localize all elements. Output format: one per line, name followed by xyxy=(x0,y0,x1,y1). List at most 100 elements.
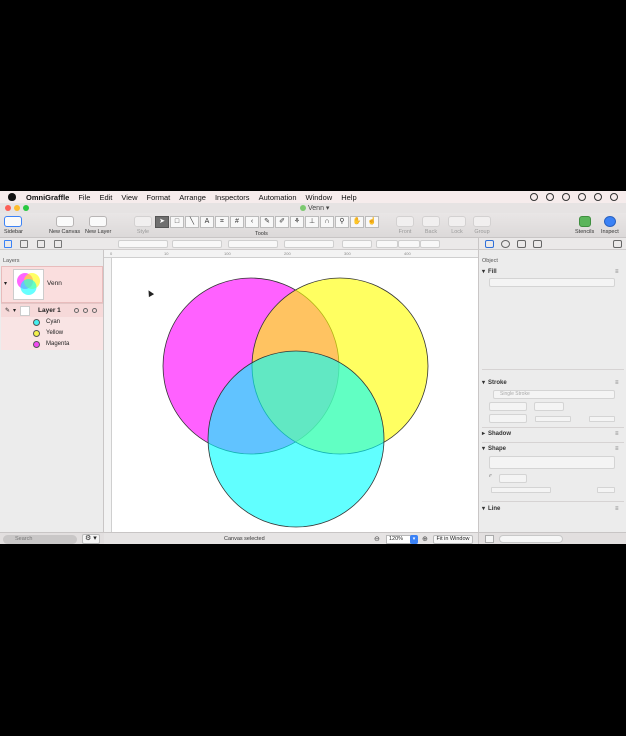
line-section-header[interactable]: Line xyxy=(482,505,501,512)
siri-icon[interactable] xyxy=(594,193,602,201)
stroke-section-header[interactable]: Stroke xyxy=(482,379,507,386)
layer-disclosure-icon[interactable]: ▾ xyxy=(13,307,16,314)
selection-tool-icon[interactable]: ➤ xyxy=(155,216,169,228)
diagram-tool-icon[interactable]: ⌗ xyxy=(215,216,229,228)
canvas-inspector-tab-icon[interactable] xyxy=(517,240,526,248)
line-tool-icon[interactable]: ╲ xyxy=(185,216,199,228)
inspector-layout-icon[interactable] xyxy=(613,240,622,248)
gear-menu-button[interactable]: ⚙ ▾ xyxy=(82,534,100,544)
close-window-button[interactable] xyxy=(5,205,11,211)
fill-section-header[interactable]: Fill xyxy=(482,268,496,275)
menu-window[interactable]: Window xyxy=(306,193,333,202)
group-button[interactable]: Group xyxy=(473,216,491,235)
back-button[interactable]: Back xyxy=(422,216,440,235)
layers-tab-icon[interactable] xyxy=(4,240,12,248)
edit-layer-icon[interactable]: ✎ xyxy=(5,307,10,314)
notification-center-icon[interactable] xyxy=(610,193,618,201)
visibility-icon[interactable] xyxy=(74,308,79,313)
shadow-section-header[interactable]: Shadow xyxy=(482,430,511,437)
sidebar-button[interactable]: Sidebar xyxy=(4,216,23,235)
list-tab-icon[interactable] xyxy=(37,240,45,248)
line-section-menu-icon[interactable]: ≡ xyxy=(615,506,619,512)
y-position-field[interactable] xyxy=(172,240,222,248)
front-button[interactable]: Front xyxy=(396,216,414,235)
inspector-search-input[interactable] xyxy=(499,535,563,543)
table-tool-icon[interactable]: # xyxy=(230,216,244,228)
shape-flip-buttons[interactable] xyxy=(491,487,551,493)
shape-tool-icon[interactable]: □ xyxy=(170,216,184,228)
menu-file[interactable]: File xyxy=(78,193,90,202)
new-canvas-button[interactable]: New Canvas xyxy=(49,216,80,235)
disclosure-icon[interactable]: ▾ xyxy=(4,280,7,287)
pen-tool-icon[interactable]: ✎ xyxy=(260,216,274,228)
zoom-dropdown-icon[interactable]: ▾ xyxy=(410,535,418,544)
zoom-in-icon[interactable]: ⊕ xyxy=(422,535,428,543)
object-row-cyan[interactable]: Cyan xyxy=(1,317,103,328)
menu-app-name[interactable]: OmniGraffle xyxy=(26,193,69,202)
shape-section-header[interactable]: Shape xyxy=(482,445,506,452)
apple-icon[interactable] xyxy=(8,193,16,201)
magnet-tool-icon[interactable]: ∩ xyxy=(320,216,334,228)
corner-radius-field[interactable] xyxy=(499,474,527,483)
text-tool-icon[interactable]: A xyxy=(200,216,214,228)
menu-arrange[interactable]: Arrange xyxy=(179,193,206,202)
spotlight-icon[interactable] xyxy=(578,193,586,201)
fill-section-menu-icon[interactable]: ≡ xyxy=(615,269,619,275)
zoom-out-icon[interactable]: ⊖ xyxy=(374,535,380,543)
stroke-section-menu-icon[interactable]: ≡ xyxy=(615,380,619,386)
menu-inspectors[interactable]: Inspectors xyxy=(215,193,250,202)
menu-edit[interactable]: Edit xyxy=(99,193,112,202)
lock-layer-icon[interactable] xyxy=(92,308,97,313)
stroke-pattern-select[interactable] xyxy=(534,402,564,411)
layer-row[interactable]: ✎ ▾ Layer 1 xyxy=(1,303,103,317)
point-editor-icon[interactable]: ‹ xyxy=(245,216,259,228)
browse-tool-icon[interactable]: ☝ xyxy=(365,216,379,228)
inspector-action-button[interactable] xyxy=(485,535,494,543)
style-brush-icon[interactable]: ⚘ xyxy=(290,216,304,228)
outline-tab-icon[interactable] xyxy=(20,240,28,248)
menu-view[interactable]: View xyxy=(121,193,137,202)
rotation-field[interactable] xyxy=(342,240,372,248)
document-inspector-tab-icon[interactable] xyxy=(533,240,542,248)
zoom-tool-icon[interactable]: ⚲ xyxy=(335,216,349,228)
lock-button[interactable]: Lock xyxy=(448,216,466,235)
canvas-row[interactable]: ▾ Venn xyxy=(1,266,103,303)
flip-vertical-button[interactable] xyxy=(398,240,420,248)
document-title[interactable]: Venn ▾ xyxy=(300,204,329,212)
align-menu[interactable] xyxy=(420,240,440,248)
shape-convert-button[interactable] xyxy=(597,487,615,493)
fit-in-window-button[interactable]: Fit in Window xyxy=(433,535,473,544)
print-icon[interactable] xyxy=(83,308,88,313)
stroke-cap-buttons[interactable] xyxy=(589,416,615,422)
x-position-field[interactable] xyxy=(118,240,168,248)
canvas-tab-icon[interactable] xyxy=(54,240,62,248)
menu-automation[interactable]: Automation xyxy=(259,193,297,202)
stroke-color-well[interactable] xyxy=(489,414,527,423)
drawing-canvas[interactable] xyxy=(112,258,478,532)
object-row-yellow[interactable]: Yellow xyxy=(1,328,103,339)
stroke-corner-buttons[interactable] xyxy=(535,416,571,422)
search-input[interactable]: Search xyxy=(3,535,77,544)
user-icon[interactable] xyxy=(562,193,570,201)
menu-format[interactable]: Format xyxy=(147,193,171,202)
object-row-magenta[interactable]: Magenta xyxy=(1,339,103,350)
minimize-window-button[interactable] xyxy=(14,205,20,211)
flip-horizontal-button[interactable] xyxy=(376,240,398,248)
wifi-icon[interactable] xyxy=(546,193,554,201)
cyan-circle[interactable] xyxy=(207,350,385,528)
zoom-window-button[interactable] xyxy=(23,205,29,211)
brush-tool-icon[interactable]: ✐ xyxy=(275,216,289,228)
rubber-stamp-icon[interactable]: ⊥ xyxy=(305,216,319,228)
stencils-button[interactable]: Stencils xyxy=(575,216,594,235)
style-button[interactable]: Style xyxy=(134,216,152,235)
stroke-type-select[interactable]: Single Stroke xyxy=(493,390,615,399)
width-field[interactable] xyxy=(228,240,278,248)
record-icon[interactable] xyxy=(530,193,538,201)
fill-type-select[interactable] xyxy=(489,278,615,287)
new-layer-button[interactable]: New Layer xyxy=(85,216,111,235)
shadow-section-menu-icon[interactable]: ≡ xyxy=(615,431,619,437)
hand-tool-icon[interactable]: ✋ xyxy=(350,216,364,228)
shape-section-menu-icon[interactable]: ≡ xyxy=(615,446,619,452)
stroke-width-field[interactable] xyxy=(489,402,527,411)
menu-help[interactable]: Help xyxy=(341,193,356,202)
